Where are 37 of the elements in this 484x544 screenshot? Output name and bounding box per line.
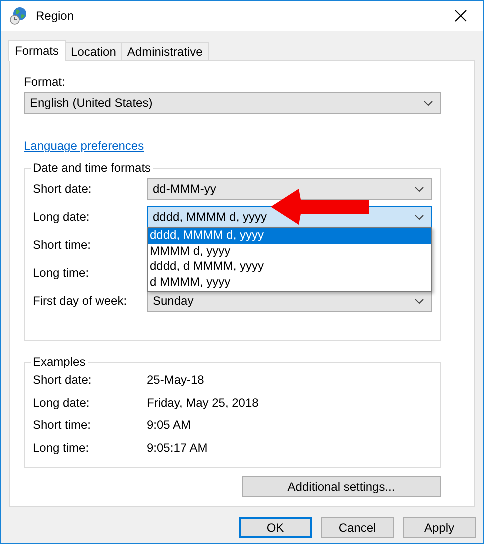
dropdown-field[interactable]: dd-MMM-yy [147,178,432,200]
dropdown-option[interactable]: dddd, MMMM d, yyyy [148,228,431,244]
dialog-button[interactable]: Apply [403,517,476,538]
field-label: Long time: [33,266,90,280]
dialog-button[interactable]: OK [239,517,312,538]
dropdown-option[interactable]: MMMM d, yyyy [148,244,431,259]
example-value: Friday, May 25, 2018 [147,396,260,410]
field-label: First day of week: [33,294,128,308]
dropdown-option[interactable]: dddd, d MMMM, yyyy [148,259,431,274]
tab[interactable]: Administrative [121,42,209,60]
example-label: Short time: [33,418,92,432]
example-value: 9:05:17 AM [147,440,209,455]
chevron-icon [415,298,424,304]
example-label: Short date: [33,373,93,388]
dialog-button[interactable]: Cancel [321,517,394,538]
globe-clock-icon [10,7,28,25]
example-label: Long time: [33,440,90,455]
dropdown-field[interactable]: Sunday [147,290,432,312]
dropdown-field[interactable]: English (United States) [24,92,441,114]
chevron-icon [415,186,424,192]
example-value: 9:05 AM [147,418,192,432]
field-label: Long date: [33,210,91,224]
example-label: Long date: [33,396,91,410]
field-label: Short time: [33,238,92,252]
group-title: Date and time formats [32,161,152,175]
group-title: Examples [32,355,87,369]
close-icon[interactable] [455,10,467,22]
chevron-icon [415,214,424,220]
dropdown-option[interactable]: d MMMM, yyyy [148,274,431,290]
tab[interactable]: Formats [8,40,66,61]
field-label: Short date: [33,182,93,196]
chevron-icon [424,100,433,106]
additional-settings-button[interactable]: Additional settings... [242,476,441,497]
window-title: Region [36,9,74,23]
format-label: Format: [24,75,66,89]
language-preferences-link[interactable]: Language preferences [24,139,144,153]
example-value: 25-May-18 [147,373,206,388]
